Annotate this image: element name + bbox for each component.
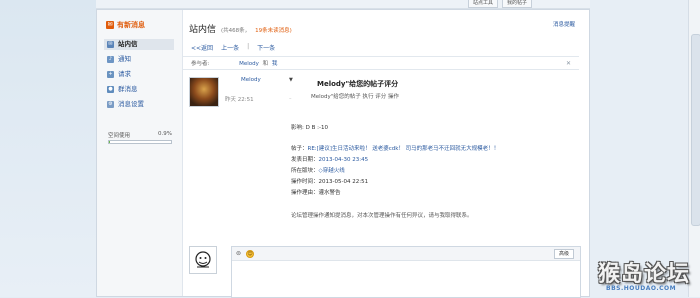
my-avatar[interactable] [189,246,217,274]
watermark-logo: 猴岛论坛 [598,262,691,287]
nav-separator: | [247,43,250,50]
sidebar-item-settings[interactable]: ⚙ 消息设置 [104,99,174,110]
next-link[interactable]: 下一条 [257,43,275,52]
space-usage-fill [109,141,110,143]
sidebar-item-notice[interactable]: ♪ 通知 [104,54,174,65]
reply-editor[interactable]: ⊜ ☺ 高级 [231,246,581,298]
participants-row: 参与者: Melody 和 我 ✕ [183,56,579,70]
reason-label: 操作理由： [291,190,319,196]
bell-icon: ♪ [107,56,114,63]
group-icon: ● [107,86,114,93]
expand-triangle-icon[interactable]: ▼ [289,77,293,83]
space-usage-bar [108,140,172,144]
sidebar-item-label: 消息设置 [118,100,144,108]
vertical-scrollbar[interactable] [688,0,700,297]
board-label: 所在版块： [291,168,319,174]
toolbar-tab-posts[interactable]: 我的帖子 [502,0,533,8]
page-background-right [590,0,700,297]
new-message-icon: ✉ [106,21,114,29]
date-value: 2013-04-30 23:45 [318,157,369,163]
sender-avatar[interactable] [189,77,219,107]
space-usage-percent: 0.9% [158,131,172,137]
unread-count[interactable]: 19条未读消息) [255,26,292,34]
post-label: 帖子： [291,146,308,152]
message-card: ✉ 有新消息 ✉ 站内信 ♪ 通知 + 请求 ● 群消息 ⚙ 消息设置 空间使用… [96,9,590,298]
back-link[interactable]: <<返回 [191,43,213,52]
dash-icon: – [289,96,292,102]
avatar-sketch-icon [195,251,211,268]
sidebar-item-pm[interactable]: ✉ 站内信 [104,39,174,50]
top-toolbar: 站点工具 我的帖子 [96,0,590,9]
board-line: 所在版块：◇穿越火线 [291,166,345,174]
message-footer: 论坛管理操作通知提消息，对本次管理操作有任何异议，请与我取得联系。 [291,213,473,219]
sidebar-item-group[interactable]: ● 群消息 [104,84,174,95]
envelope-icon: ✉ [107,41,114,48]
sidebar-item-label: 请求 [118,70,131,78]
gear-icon: ⚙ [107,101,114,108]
board-link[interactable]: ◇穿越火线 [319,168,345,174]
participants-label: 参与者: [191,61,210,67]
date-label: 发表日期： [291,157,319,163]
message-nav: <<返回 上一条 | 下一条 [191,43,275,52]
message-count: (共468条， [221,28,251,34]
date-line: 发表日期：2013-04-30 23:45 [291,155,368,163]
site-watermark: 猴岛论坛 BBS.HOUDAO.COM [598,256,694,296]
post-link[interactable]: RE:[建议]生日活动来啦！ 送老婆cdk！ 司马的那老马不迁回就无大规模老！！ [308,146,500,152]
user-plus-icon: + [107,71,114,78]
message-content: 站内信 (共468条， 19条未读消息) 消息提醒 <<返回 上一条 | 下一条 … [183,10,589,298]
sidebar-header-label: 有新消息 [117,21,145,29]
participant-me[interactable]: 我 [272,61,278,67]
scrollbar-thumb[interactable] [691,34,700,226]
impact-line: 影响: D B :-10 [291,125,328,131]
sidebar-item-label: 站内信 [118,40,138,48]
sidebar-item-request[interactable]: + 请求 [104,69,174,80]
sidebar-item-label: 群消息 [118,85,138,93]
optime-line: 操作时间：2013-05-04 22:51 [291,177,368,185]
toolbar-tab-tools[interactable]: 站点工具 [468,0,499,8]
advanced-editor-button[interactable]: 高级 [553,249,574,259]
smiley-icon[interactable]: ☺ [246,249,255,258]
optime-value: 2013-05-04 22:51 [318,179,369,185]
message-settings-link[interactable]: 消息提醒 [553,20,575,28]
close-icon[interactable]: ✕ [566,57,571,71]
message-subtitle: Melody"给您的帖子 执行 评分 操作 [311,94,400,100]
page-title-row: 站内信 (共468条， 19条未读消息) [189,22,292,35]
message-title: Melody"给您的帖子评分 [317,80,399,88]
watermark-url: BBS.HOUDAO.COM [606,285,677,292]
reason-value: 灌水警告 [318,190,341,196]
optime-label: 操作时间： [291,179,319,185]
page-background-left [0,0,96,297]
sidebar-header[interactable]: ✉ 有新消息 [106,20,145,30]
sidebar-item-label: 通知 [118,55,131,63]
post-line: 帖子：RE:[建议]生日活动来啦！ 送老婆cdk！ 司马的那老马不迁回就无大规模… [291,144,499,152]
editor-toolbar: ⊜ ☺ 高级 [232,247,580,261]
sender-name[interactable]: Melody [241,77,261,83]
page-title: 站内信 [189,25,217,35]
prev-link[interactable]: 上一条 [221,43,239,52]
participant-and: 和 [262,61,269,67]
sidebar: ✉ 有新消息 ✉ 站内信 ♪ 通知 + 请求 ● 群消息 ⚙ 消息设置 空间使用… [97,10,183,296]
space-usage-label: 空间使用 0.9% [108,131,172,139]
space-usage-text: 空间使用 [108,133,131,139]
emoticon-menu-icon[interactable]: ⊜ [236,250,241,257]
message-time: 昨天 22:51 [225,97,254,103]
participant-name[interactable]: Melody [239,61,259,67]
reason-line: 操作理由：灌水警告 [291,188,341,196]
